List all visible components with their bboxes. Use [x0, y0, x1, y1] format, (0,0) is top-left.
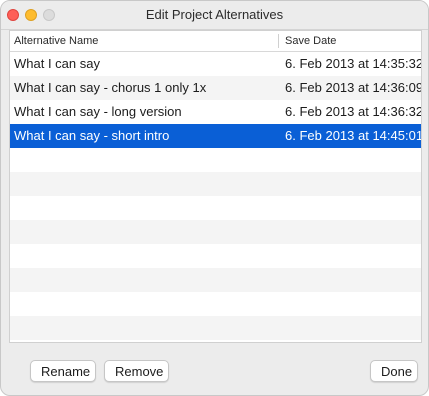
done-button[interactable]: Done [370, 360, 418, 382]
column-header-save-date[interactable]: Save Date [285, 31, 336, 51]
save-date-cell: 6. Feb 2013 at 14:36:09 [285, 80, 422, 95]
edit-alternatives-window: Edit Project Alternatives Alternative Na… [0, 0, 429, 396]
alternative-name-cell: What I can say - chorus 1 only 1x [14, 80, 207, 95]
empty-row [10, 292, 421, 316]
empty-row [10, 172, 421, 196]
table-row[interactable]: What I can say 6. Feb 2013 at 14:35:32 [10, 52, 421, 76]
table-row[interactable]: What I can say - long version 6. Feb 201… [10, 100, 421, 124]
table-row-selected[interactable]: What I can say - short intro 6. Feb 2013… [10, 124, 421, 148]
alternative-name-cell: What I can say - long version [14, 104, 182, 119]
alternative-name-cell: What I can say - short intro [14, 128, 170, 143]
remove-button[interactable]: Remove [104, 360, 169, 382]
save-date-cell: 6. Feb 2013 at 14:36:32 [285, 104, 422, 119]
column-divider[interactable] [278, 34, 279, 48]
save-date-cell: 6. Feb 2013 at 14:45:01 [285, 128, 422, 143]
title-bar: Edit Project Alternatives [1, 1, 428, 30]
save-date-cell: 6. Feb 2013 at 14:35:32 [285, 56, 422, 71]
table-header: Alternative Name Save Date [10, 31, 421, 52]
table-row[interactable]: What I can say - chorus 1 only 1x 6. Feb… [10, 76, 421, 100]
empty-row [10, 196, 421, 220]
empty-row [10, 220, 421, 244]
column-header-alternative-name[interactable]: Alternative Name [14, 31, 98, 51]
empty-row [10, 148, 421, 172]
rename-button[interactable]: Rename [30, 360, 96, 382]
empty-row [10, 268, 421, 292]
alternative-name-cell: What I can say [14, 56, 100, 71]
empty-row [10, 244, 421, 268]
alternatives-table[interactable]: Alternative Name Save Date What I can sa… [9, 30, 422, 343]
empty-row [10, 316, 421, 340]
window-title: Edit Project Alternatives [145, 7, 284, 22]
